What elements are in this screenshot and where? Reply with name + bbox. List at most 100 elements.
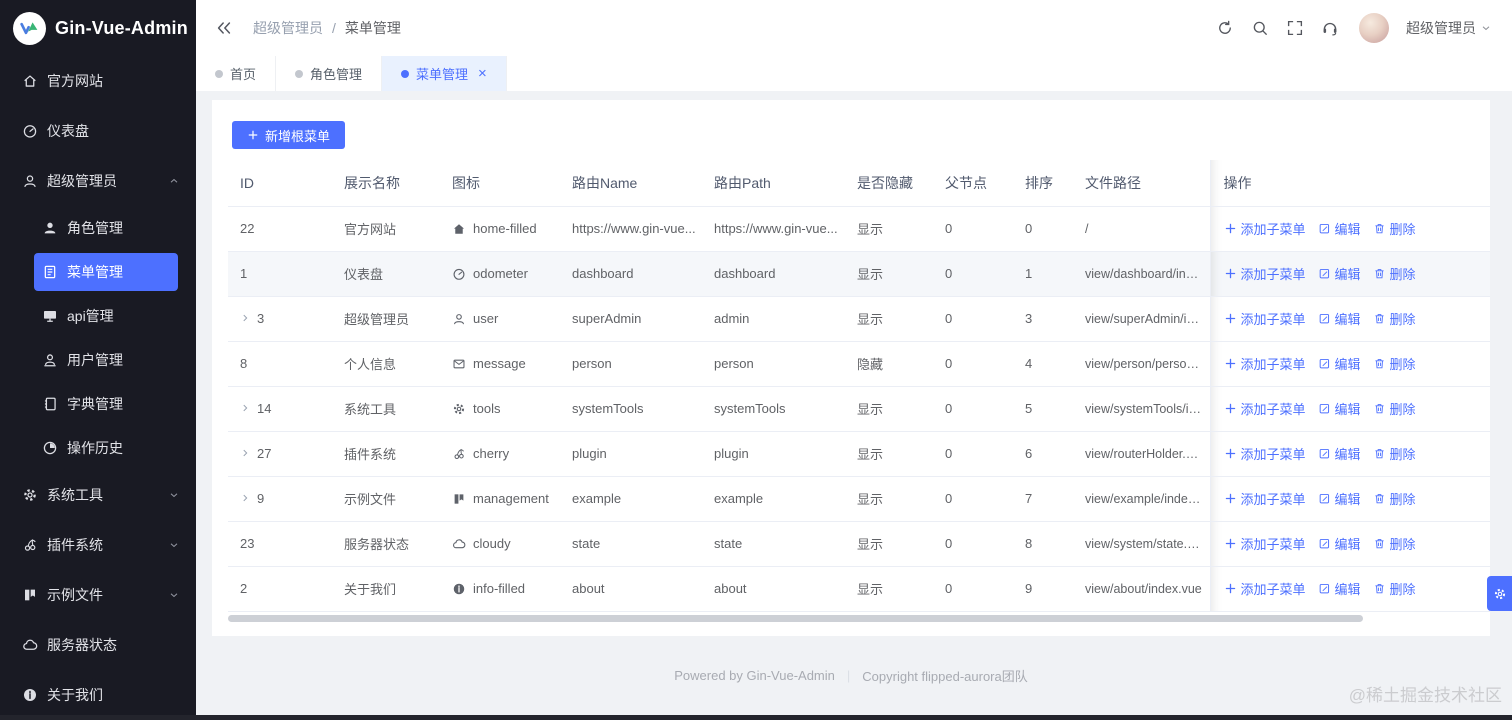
delete-button[interactable]: 删除 — [1373, 399, 1416, 418]
cell-route-name: plugin — [560, 431, 702, 477]
sidebar-subitem-2-3[interactable]: 用户管理 — [34, 338, 178, 382]
fullscreen-icon[interactable] — [1286, 19, 1304, 37]
sidebar-item-0[interactable]: 官方网站 — [0, 56, 196, 106]
plus-icon — [1225, 358, 1235, 369]
cell-sort: 4 — [1013, 341, 1073, 387]
edit-button[interactable]: 编辑 — [1318, 579, 1361, 598]
add-child-menu-button[interactable]: 添加子菜单 — [1224, 309, 1306, 328]
plus-icon — [1225, 448, 1235, 459]
cell-sort: 5 — [1013, 386, 1073, 432]
cell-actions: 添加子菜单 编辑 删除 — [1209, 206, 1490, 252]
cell-file-path: view/person/person.vue — [1073, 341, 1210, 387]
cell-id: 2 — [228, 566, 332, 612]
sidebar-item-7[interactable]: 关于我们 — [0, 670, 196, 720]
user-icon — [454, 313, 464, 324]
breadcrumb-current: 菜单管理 — [344, 20, 401, 36]
tab-dot — [401, 69, 410, 78]
add-child-menu-button[interactable]: 添加子菜单 — [1224, 579, 1306, 598]
expand-row-icon[interactable] — [240, 493, 250, 503]
tab-1[interactable]: 角色管理 — [276, 56, 383, 91]
user-avatar[interactable] — [1359, 13, 1389, 43]
cell-hidden: 显示 — [845, 521, 933, 567]
delete-button[interactable]: 删除 — [1373, 489, 1416, 508]
sidebar-item-6[interactable]: 服务器状态 — [0, 620, 196, 670]
sidebar-subitem-2-5[interactable]: 操作历史 — [34, 426, 178, 470]
breadcrumb-parent[interactable]: 超级管理员 — [253, 18, 323, 38]
logo-row: Gin-Vue-Admin — [0, 0, 196, 56]
sidebar-item-1[interactable]: 仪表盘 — [0, 106, 196, 156]
tab-0[interactable]: 首页 — [196, 56, 277, 91]
tab-close-icon[interactable]: × — [478, 66, 487, 81]
add-child-menu-button[interactable]: 添加子菜单 — [1224, 399, 1306, 418]
sidebar-subitem-2-1[interactable]: 菜单管理 — [34, 253, 178, 291]
management-icon — [454, 493, 464, 504]
table-row: 22 官方网站 home-filled https://www.gin-vue... h… — [228, 206, 1490, 252]
edit-button[interactable]: 编辑 — [1318, 489, 1361, 508]
sidebar-item-4[interactable]: 插件系统 — [0, 520, 196, 570]
cell-route-path: example — [702, 476, 845, 522]
edit-button[interactable]: 编辑 — [1318, 399, 1361, 418]
search-icon[interactable] — [1251, 19, 1269, 37]
edit-button[interactable]: 编辑 — [1318, 264, 1361, 283]
add-child-menu-button[interactable]: 添加子菜单 — [1224, 219, 1306, 238]
add-child-menu-button[interactable]: 添加子菜单 — [1224, 444, 1306, 463]
system-config-button[interactable] — [1487, 576, 1512, 611]
tab-2[interactable]: 菜单管理 × — [382, 56, 507, 91]
cell-file-path: view/systemTools/index.v... — [1073, 386, 1210, 432]
add-child-menu-button[interactable]: 添加子菜单 — [1224, 354, 1306, 373]
delete-button[interactable]: 删除 — [1373, 354, 1416, 373]
delete-button[interactable]: 删除 — [1373, 444, 1416, 463]
expand-row-icon[interactable] — [240, 403, 250, 413]
cell-route-name: https://www.gin-vue... — [560, 206, 702, 252]
sidebar-subitem-label: 字典管理 — [67, 396, 123, 412]
edit-icon — [1319, 538, 1329, 549]
sidebar-subitem-2-4[interactable]: 字典管理 — [34, 382, 178, 426]
edit-button[interactable]: 编辑 — [1318, 444, 1361, 463]
expand-row-icon[interactable] — [240, 313, 250, 323]
cell-actions: 添加子菜单 编辑 删除 — [1209, 341, 1490, 387]
headset-icon[interactable] — [1321, 19, 1339, 37]
table-row: 2 关于我们 info-filled about about 显示 0 9 view/about… — [228, 566, 1490, 612]
tools-icon — [24, 489, 36, 501]
sidebar-item-5[interactable]: 示例文件 — [0, 570, 196, 620]
user-menu[interactable]: 超级管理员 — [1406, 18, 1492, 38]
delete-icon — [1374, 449, 1384, 459]
edit-button[interactable]: 编辑 — [1318, 219, 1361, 238]
breadcrumb: 超级管理员 / 菜单管理 — [253, 18, 401, 38]
delete-button[interactable]: 删除 — [1373, 264, 1416, 283]
sidebar-subitem-2-0[interactable]: 角色管理 — [34, 206, 178, 250]
delete-button[interactable]: 删除 — [1373, 309, 1416, 328]
tab-label: 首页 — [230, 67, 257, 82]
delete-icon — [1374, 494, 1384, 504]
delete-button[interactable]: 删除 — [1373, 219, 1416, 238]
sidebar-subitem-2-2[interactable]: api管理 — [34, 294, 178, 338]
cell-actions: 添加子菜单 编辑 删除 — [1209, 566, 1490, 612]
delete-icon — [1374, 404, 1384, 414]
delete-button[interactable]: 删除 — [1373, 534, 1416, 553]
sidebar-menu: 官方网站 仪表盘 超级管理员 角色管理 菜单管理 api管理用户管理字典管理操作历史 系统工… — [0, 56, 196, 720]
icon-name-label: cloudy — [473, 536, 511, 551]
cell-file-path: / — [1073, 206, 1210, 252]
expand-row-icon[interactable] — [240, 448, 250, 458]
edit-button[interactable]: 编辑 — [1318, 309, 1361, 328]
delete-icon — [1374, 359, 1384, 369]
horizontal-scrollbar-thumb[interactable] — [228, 614, 1363, 622]
sidebar-item-3[interactable]: 系统工具 — [0, 470, 196, 520]
add-child-menu-button[interactable]: 添加子菜单 — [1224, 264, 1306, 283]
edit-button[interactable]: 编辑 — [1318, 534, 1361, 553]
edit-icon — [1319, 223, 1329, 234]
delete-button[interactable]: 删除 — [1373, 579, 1416, 598]
icon-name-label: user — [473, 311, 499, 326]
cell-sort: 9 — [1013, 566, 1073, 612]
sidebar-item-2[interactable]: 超级管理员 — [0, 156, 196, 206]
collapse-sidebar-icon[interactable] — [214, 18, 234, 38]
sidebar: Gin-Vue-Admin 官方网站 仪表盘 超级管理员 角色管理 菜单管理 api管理用… — [0, 0, 196, 720]
edit-button[interactable]: 编辑 — [1318, 354, 1361, 373]
add-child-menu-button[interactable]: 添加子菜单 — [1224, 489, 1306, 508]
delete-icon — [1374, 269, 1384, 279]
edit-icon — [1319, 448, 1329, 459]
refresh-icon[interactable] — [1216, 19, 1234, 37]
add-child-menu-button[interactable]: 添加子菜单 — [1224, 534, 1306, 553]
sidebar-subitem-label: 用户管理 — [67, 352, 123, 368]
add-root-menu-button[interactable]: 新增根菜单 — [232, 121, 346, 149]
